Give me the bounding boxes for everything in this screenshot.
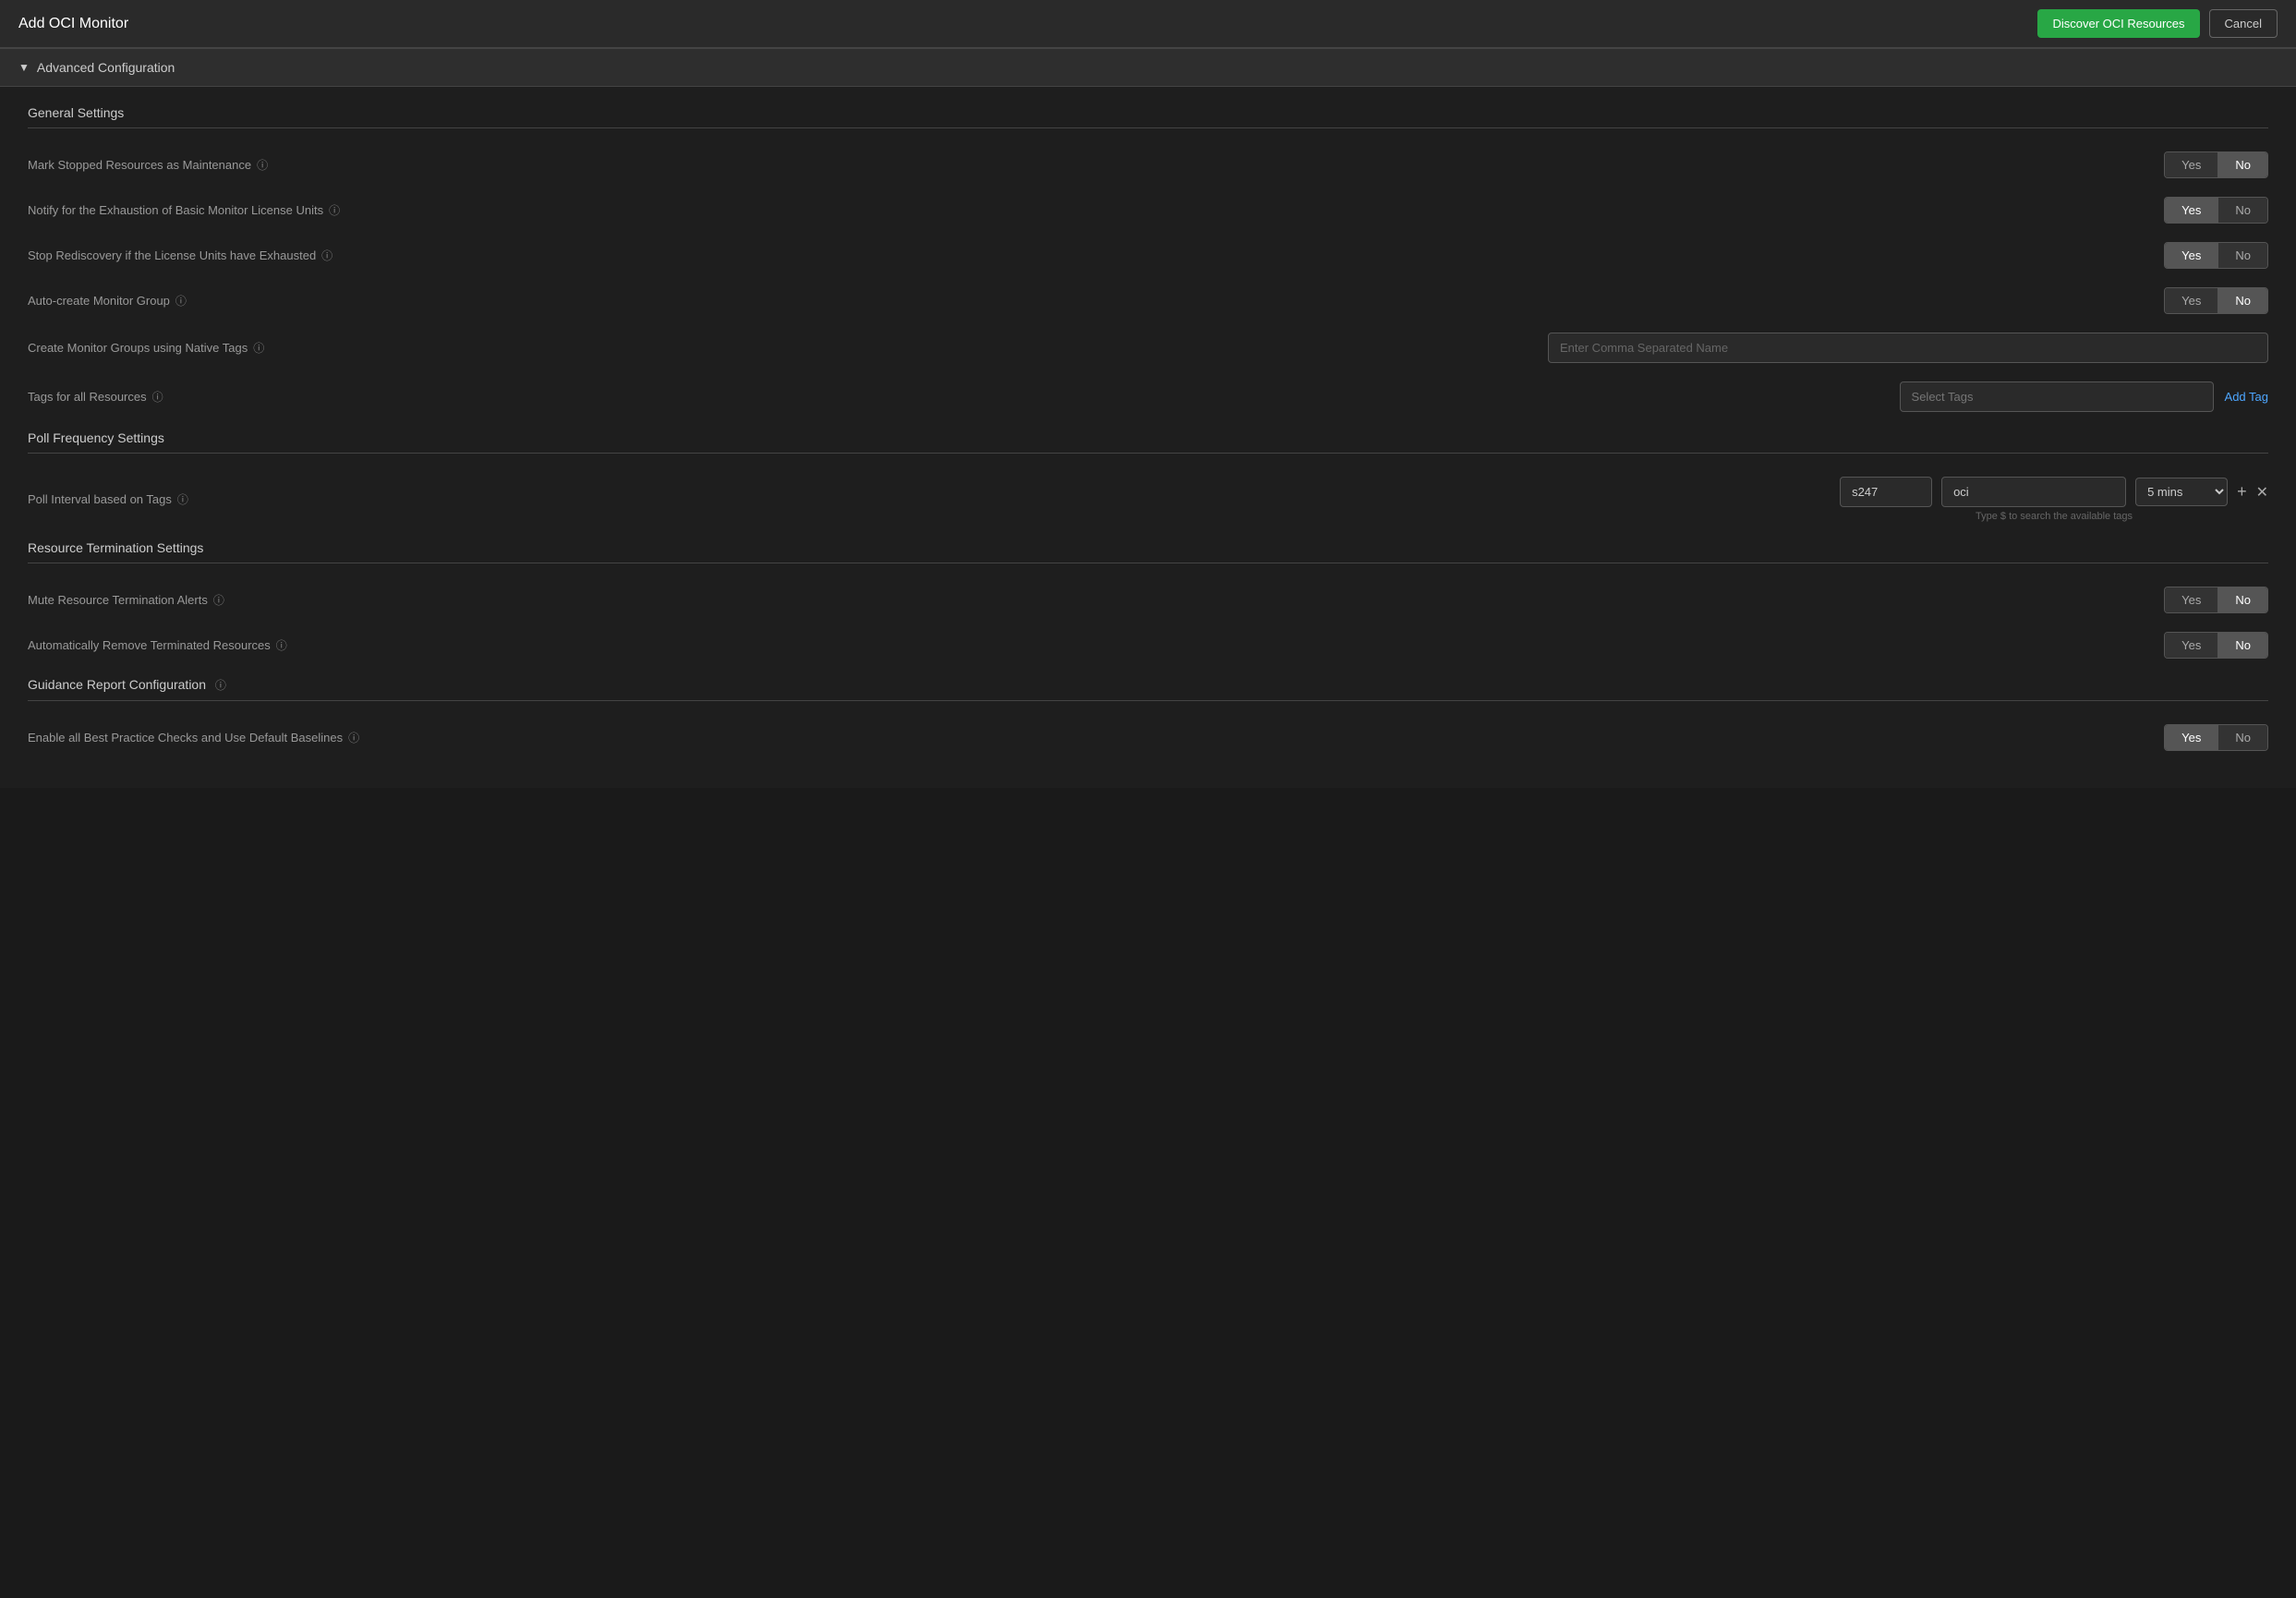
poll-interval-row: Poll Interval based on Tags ⓘ 5 mins 10 … bbox=[28, 467, 2268, 531]
poll-tag-key-input[interactable] bbox=[1840, 477, 1932, 507]
stop-rediscovery-row: Stop Rediscovery if the License Units ha… bbox=[28, 233, 2268, 278]
mark-stopped-yes-no: Yes No bbox=[2164, 151, 2268, 178]
poll-inputs-row: 5 mins 10 mins 15 mins 30 mins + ✕ bbox=[1840, 477, 2268, 507]
create-monitor-groups-info-icon: ⓘ bbox=[253, 340, 264, 356]
enable-best-practice-yes-no: Yes No bbox=[2164, 724, 2268, 751]
auto-create-yes-btn[interactable]: Yes bbox=[2165, 288, 2218, 313]
tags-for-all-resources-label: Tags for all Resources ⓘ bbox=[28, 389, 163, 405]
mute-alerts-no-btn[interactable]: No bbox=[2218, 587, 2267, 612]
create-monitor-groups-label: Create Monitor Groups using Native Tags … bbox=[28, 340, 264, 356]
top-bar-actions: Discover OCI Resources Cancel bbox=[2037, 9, 2278, 38]
mute-alerts-row: Mute Resource Termination Alerts ⓘ Yes N… bbox=[28, 577, 2268, 623]
enable-best-practice-row: Enable all Best Practice Checks and Use … bbox=[28, 715, 2268, 760]
auto-create-no-btn[interactable]: No bbox=[2218, 288, 2267, 313]
auto-create-row: Auto-create Monitor Group ⓘ Yes No bbox=[28, 278, 2268, 323]
mark-stopped-info-icon: ⓘ bbox=[257, 157, 268, 173]
tags-for-all-info-icon: ⓘ bbox=[152, 389, 163, 405]
poll-remove-button[interactable]: ✕ bbox=[2256, 483, 2268, 502]
mute-alerts-label: Mute Resource Termination Alerts ⓘ bbox=[28, 592, 224, 608]
notify-exhaustion-no-btn[interactable]: No bbox=[2218, 198, 2267, 223]
resource-termination-title: Resource Termination Settings bbox=[28, 540, 2268, 563]
auto-remove-yes-btn[interactable]: Yes bbox=[2165, 633, 2218, 658]
mute-alerts-info-icon: ⓘ bbox=[213, 592, 224, 608]
general-settings-section: General Settings Mark Stopped Resources … bbox=[28, 105, 2268, 421]
poll-interval-info-icon: ⓘ bbox=[177, 491, 188, 507]
enable-best-practice-info-icon: ⓘ bbox=[348, 730, 359, 745]
mute-alerts-yes-btn[interactable]: Yes bbox=[2165, 587, 2218, 612]
mark-stopped-control: Yes No bbox=[2164, 151, 2268, 178]
auto-create-info-icon: ⓘ bbox=[175, 293, 187, 309]
poll-frequency-title: Poll Frequency Settings bbox=[28, 430, 2268, 454]
discover-oci-resources-button[interactable]: Discover OCI Resources bbox=[2037, 9, 2199, 38]
poll-interval-label: Poll Interval based on Tags ⓘ bbox=[28, 491, 188, 507]
resource-termination-section: Resource Termination Settings Mute Resou… bbox=[28, 540, 2268, 668]
stop-rediscovery-label: Stop Rediscovery if the License Units ha… bbox=[28, 248, 332, 263]
select-tags-input[interactable] bbox=[1900, 381, 2214, 412]
mark-stopped-no-btn[interactable]: No bbox=[2218, 152, 2267, 177]
mute-alerts-control: Yes No bbox=[2164, 587, 2268, 613]
enable-best-practice-yes-btn[interactable]: Yes bbox=[2165, 725, 2218, 750]
stop-rediscovery-no-btn[interactable]: No bbox=[2218, 243, 2267, 268]
collapse-arrow-icon: ▼ bbox=[18, 61, 30, 74]
auto-create-control: Yes No bbox=[2164, 287, 2268, 314]
advanced-config-label: Advanced Configuration bbox=[37, 60, 175, 75]
page-title: Add OCI Monitor bbox=[18, 16, 128, 32]
auto-remove-row: Automatically Remove Terminated Resource… bbox=[28, 623, 2268, 668]
auto-remove-label: Automatically Remove Terminated Resource… bbox=[28, 637, 287, 653]
guidance-report-section: Guidance Report Configuration ⓘ Enable a… bbox=[28, 677, 2268, 760]
general-settings-title: General Settings bbox=[28, 105, 2268, 128]
auto-remove-yes-no: Yes No bbox=[2164, 632, 2268, 659]
mark-stopped-label: Mark Stopped Resources as Maintenance ⓘ bbox=[28, 157, 268, 173]
create-monitor-groups-control bbox=[1548, 333, 2268, 363]
auto-remove-info-icon: ⓘ bbox=[276, 637, 287, 653]
stop-rediscovery-info-icon: ⓘ bbox=[321, 248, 332, 263]
poll-interval-select[interactable]: 5 mins 10 mins 15 mins 30 mins bbox=[2135, 478, 2228, 506]
create-monitor-groups-input[interactable] bbox=[1548, 333, 2268, 363]
mark-stopped-row: Mark Stopped Resources as Maintenance ⓘ … bbox=[28, 142, 2268, 188]
poll-hint: Type $ to search the available tags bbox=[1976, 511, 2133, 522]
poll-tag-value-input[interactable] bbox=[1941, 477, 2126, 507]
mute-alerts-yes-no: Yes No bbox=[2164, 587, 2268, 613]
add-tag-button[interactable]: Add Tag bbox=[2225, 390, 2268, 404]
enable-best-practice-control: Yes No bbox=[2164, 724, 2268, 751]
auto-create-label: Auto-create Monitor Group ⓘ bbox=[28, 293, 187, 309]
create-monitor-groups-row: Create Monitor Groups using Native Tags … bbox=[28, 323, 2268, 372]
notify-exhaustion-yes-no: Yes No bbox=[2164, 197, 2268, 224]
enable-best-practice-label: Enable all Best Practice Checks and Use … bbox=[28, 730, 359, 745]
notify-exhaustion-info-icon: ⓘ bbox=[329, 202, 340, 218]
stop-rediscovery-yes-btn[interactable]: Yes bbox=[2165, 243, 2218, 268]
mark-stopped-yes-btn[interactable]: Yes bbox=[2165, 152, 2218, 177]
auto-remove-control: Yes No bbox=[2164, 632, 2268, 659]
notify-exhaustion-control: Yes No bbox=[2164, 197, 2268, 224]
auto-create-yes-no: Yes No bbox=[2164, 287, 2268, 314]
tags-for-all-resources-control: Add Tag bbox=[1900, 381, 2268, 412]
notify-exhaustion-label: Notify for the Exhaustion of Basic Monit… bbox=[28, 202, 340, 218]
stop-rediscovery-yes-no: Yes No bbox=[2164, 242, 2268, 269]
notify-exhaustion-row: Notify for the Exhaustion of Basic Monit… bbox=[28, 188, 2268, 233]
enable-best-practice-no-btn[interactable]: No bbox=[2218, 725, 2267, 750]
top-bar: Add OCI Monitor Discover OCI Resources C… bbox=[0, 0, 2296, 48]
notify-exhaustion-yes-btn[interactable]: Yes bbox=[2165, 198, 2218, 223]
content-area: General Settings Mark Stopped Resources … bbox=[0, 87, 2296, 788]
guidance-report-info-icon: ⓘ bbox=[215, 679, 226, 692]
poll-frequency-section: Poll Frequency Settings Poll Interval ba… bbox=[28, 430, 2268, 531]
cancel-button[interactable]: Cancel bbox=[2209, 9, 2278, 38]
tags-for-all-resources-row: Tags for all Resources ⓘ Add Tag bbox=[28, 372, 2268, 421]
advanced-config-header[interactable]: ▼ Advanced Configuration bbox=[0, 48, 2296, 87]
poll-interval-control: 5 mins 10 mins 15 mins 30 mins + ✕ Type … bbox=[1840, 477, 2268, 522]
guidance-report-title: Guidance Report Configuration ⓘ bbox=[28, 677, 2268, 701]
auto-remove-no-btn[interactable]: No bbox=[2218, 633, 2267, 658]
stop-rediscovery-control: Yes No bbox=[2164, 242, 2268, 269]
poll-add-button[interactable]: + bbox=[2237, 482, 2247, 502]
